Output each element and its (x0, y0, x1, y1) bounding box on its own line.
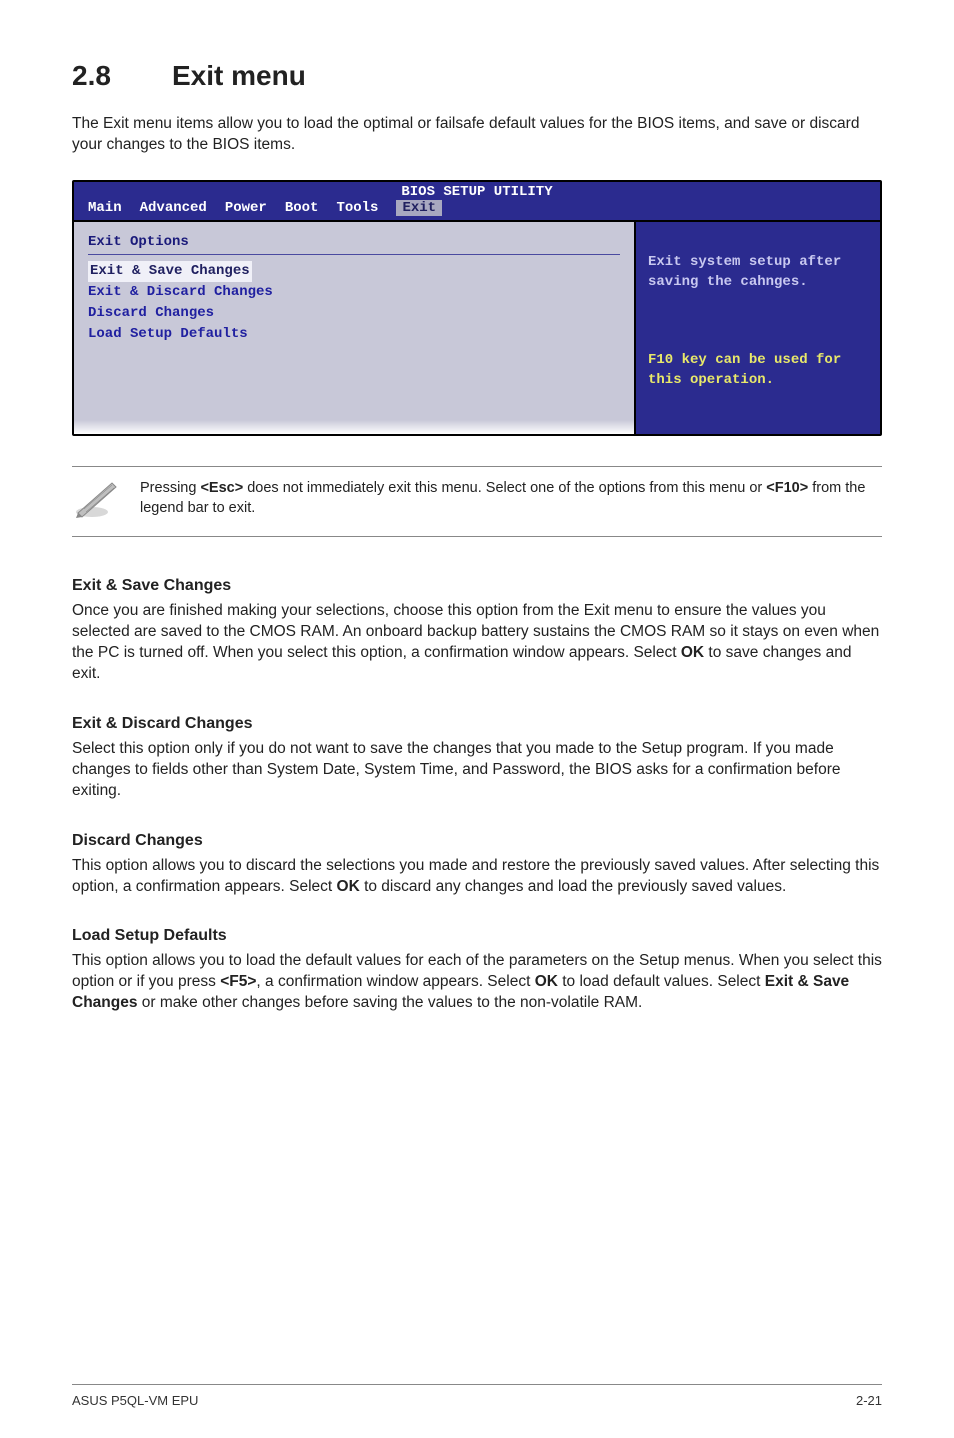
text-run: , a confirmation window appears. Select (256, 973, 534, 990)
bios-item-discard[interactable]: Discard Changes (88, 303, 620, 324)
bios-setup-panel: BIOS SETUP UTILITY Main Advanced Power B… (72, 180, 882, 436)
bios-help-bottom: F10 key can be used for this operation. (648, 351, 868, 390)
sub-title-exit-discard: Exit & Discard Changes (72, 715, 882, 733)
bold-ok: OK (535, 973, 558, 990)
page-footer: ASUS P5QL-VM EPU 2-21 (72, 1384, 882, 1408)
sub-title-load-defaults: Load Setup Defaults (72, 927, 882, 945)
text-run: to load default values. Select (558, 973, 765, 990)
bios-help-top: Exit system setup after saving the cahng… (648, 253, 868, 292)
text-run: Select this option only if you do not wa… (72, 740, 840, 799)
intro-paragraph: The Exit menu items allow you to load th… (72, 114, 882, 156)
bios-tab-power[interactable]: Power (225, 200, 267, 216)
pencil-note-icon (72, 479, 120, 524)
note-key-esc: <Esc> (200, 480, 243, 496)
bold-f5: <F5> (220, 973, 256, 990)
footer-left: ASUS P5QL-VM EPU (72, 1393, 198, 1408)
bios-item-load-defaults[interactable]: Load Setup Defaults (88, 324, 620, 345)
bios-separator-line (88, 254, 620, 255)
note-mid: does not immediately exit this menu. Sel… (243, 480, 766, 496)
note-key-f10: <F10> (766, 480, 808, 496)
bios-help-pane: Exit system setup after saving the cahng… (636, 222, 880, 434)
sub-body-load-defaults: This option allows you to load the defau… (72, 951, 882, 1014)
bold-ok: OK (681, 644, 704, 661)
bios-tab-main[interactable]: Main (88, 200, 122, 216)
sub-title-exit-save: Exit & Save Changes (72, 577, 882, 595)
bios-item-exit-save[interactable]: Exit & Save Changes (88, 261, 252, 282)
bios-tab-exit[interactable]: Exit (396, 200, 442, 216)
bios-left-title: Exit Options (88, 234, 620, 250)
bios-tab-advanced[interactable]: Advanced (140, 200, 207, 216)
section-title-text: Exit menu (172, 60, 306, 91)
bios-header-title: BIOS SETUP UTILITY (74, 182, 880, 200)
bold-ok: OK (337, 878, 360, 895)
bios-item-exit-discard[interactable]: Exit & Discard Changes (88, 282, 620, 303)
sub-body-discard: This option allows you to discard the se… (72, 856, 882, 898)
sub-body-exit-discard: Select this option only if you do not wa… (72, 739, 882, 802)
note-prefix: Pressing (140, 480, 200, 496)
bios-tab-tools[interactable]: Tools (336, 200, 378, 216)
section-number: 2.8 (72, 60, 172, 92)
sub-title-discard: Discard Changes (72, 832, 882, 850)
section-heading: 2.8Exit menu (72, 60, 882, 92)
bios-tab-boot[interactable]: Boot (285, 200, 319, 216)
text-run: or make other changes before saving the … (137, 994, 642, 1011)
bios-left-pane: Exit Options Exit & Save Changes Exit & … (74, 222, 636, 434)
sub-body-exit-save: Once you are finished making your select… (72, 601, 882, 685)
footer-right: 2-21 (856, 1393, 882, 1408)
note-box: Pressing <Esc> does not immediately exit… (72, 466, 882, 537)
bios-body: Exit Options Exit & Save Changes Exit & … (74, 220, 880, 434)
bios-tab-bar: Main Advanced Power Boot Tools Exit (74, 200, 880, 220)
note-text: Pressing <Esc> does not immediately exit… (140, 479, 876, 518)
text-run: to discard any changes and load the prev… (360, 878, 787, 895)
